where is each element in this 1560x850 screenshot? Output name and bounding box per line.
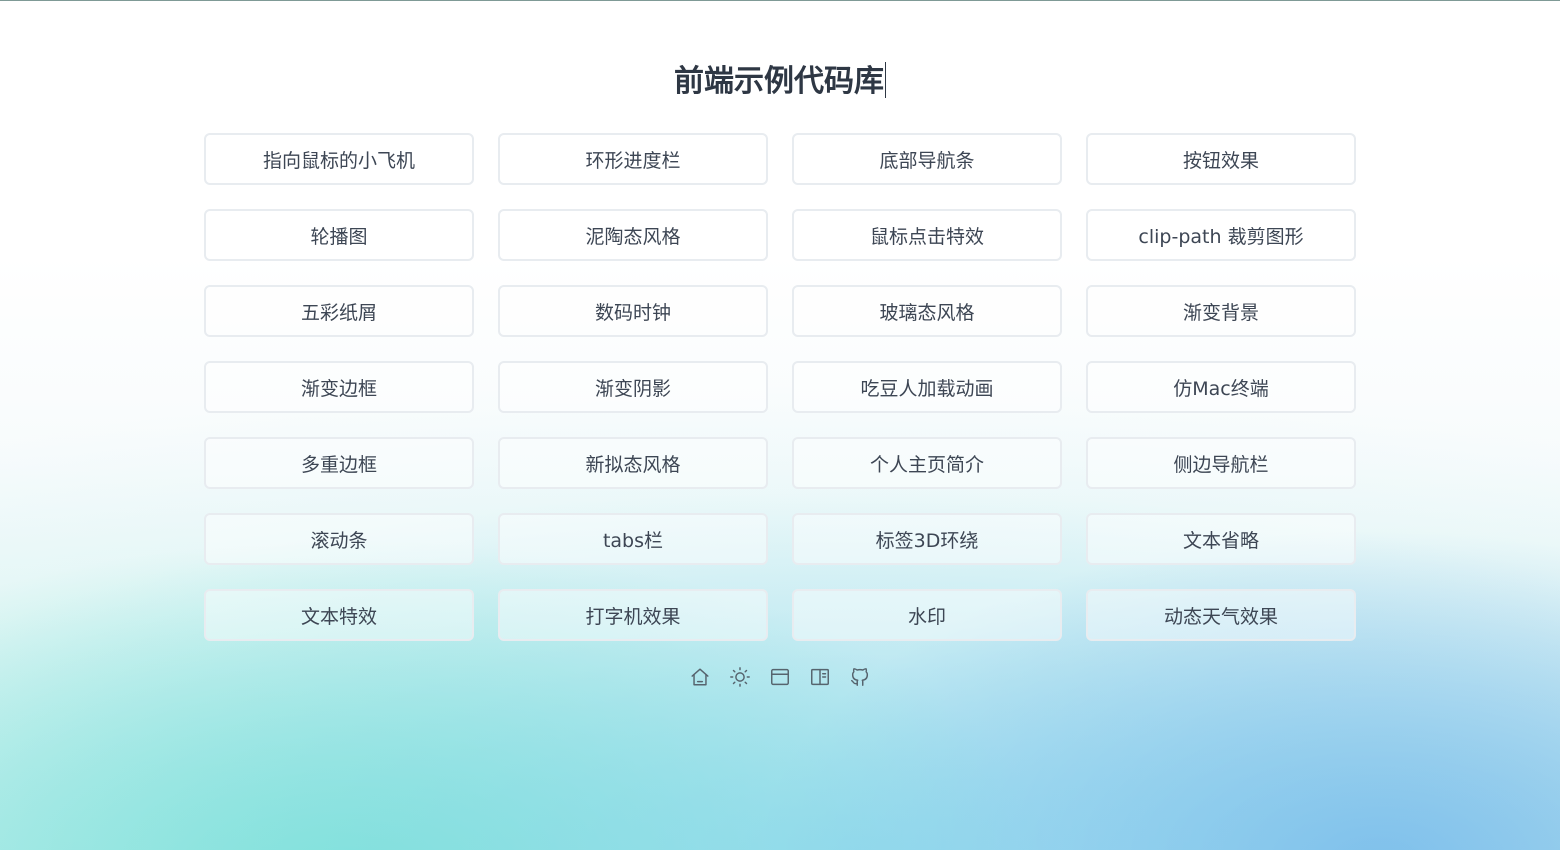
github-button[interactable] xyxy=(849,664,871,690)
theme-toggle-button[interactable] xyxy=(729,664,751,690)
demo-card[interactable]: tabs栏 xyxy=(498,513,768,565)
demo-card[interactable]: 水印 xyxy=(792,589,1062,641)
demo-card[interactable]: 动态天气效果 xyxy=(1086,589,1356,641)
sun-icon xyxy=(730,667,750,687)
top-border xyxy=(0,0,1560,1)
demo-card[interactable]: 仿Mac终端 xyxy=(1086,361,1356,413)
demo-card[interactable]: 文本特效 xyxy=(204,589,474,641)
demo-card[interactable]: 环形进度栏 xyxy=(498,133,768,185)
home-icon xyxy=(691,668,709,686)
docs-button[interactable] xyxy=(809,664,831,690)
demo-card[interactable]: 新拟态风格 xyxy=(498,437,768,489)
demo-card[interactable]: 数码时钟 xyxy=(498,285,768,337)
demo-card[interactable]: 打字机效果 xyxy=(498,589,768,641)
page-title-text: 前端示例代码库 xyxy=(674,64,884,99)
text-caret xyxy=(885,62,886,98)
demo-card[interactable]: 标签3D环绕 xyxy=(792,513,1062,565)
demo-card[interactable]: 玻璃态风格 xyxy=(792,285,1062,337)
demo-card[interactable]: 文本省略 xyxy=(1086,513,1356,565)
demo-card[interactable]: 多重边框 xyxy=(204,437,474,489)
home-button[interactable] xyxy=(689,664,711,690)
layout-button[interactable] xyxy=(769,664,791,690)
demo-card[interactable]: 个人主页简介 xyxy=(792,437,1062,489)
demo-card[interactable]: 指向鼠标的小飞机 xyxy=(204,133,474,185)
demo-card[interactable]: 侧边导航栏 xyxy=(1086,437,1356,489)
demo-card[interactable]: 底部导航条 xyxy=(792,133,1062,185)
demo-card[interactable]: clip-path 裁剪图形 xyxy=(1086,209,1356,261)
demo-card[interactable]: 渐变阴影 xyxy=(498,361,768,413)
demo-card[interactable]: 吃豆人加载动画 xyxy=(792,361,1062,413)
github-icon xyxy=(851,668,869,686)
demo-card[interactable]: 泥陶态风格 xyxy=(498,209,768,261)
demo-grid: 指向鼠标的小飞机 环形进度栏 底部导航条 按钮效果 轮播图 泥陶态风格 鼠标点击… xyxy=(204,133,1356,641)
demo-card[interactable]: 渐变边框 xyxy=(204,361,474,413)
demo-card[interactable]: 鼠标点击特效 xyxy=(792,209,1062,261)
book-icon xyxy=(811,668,829,686)
demo-card[interactable]: 渐变背景 xyxy=(1086,285,1356,337)
page-title: 前端示例代码库 xyxy=(0,60,1560,104)
demo-card[interactable]: 五彩纸屑 xyxy=(204,285,474,337)
demo-card[interactable]: 按钮效果 xyxy=(1086,133,1356,185)
window-icon xyxy=(771,668,789,686)
demo-card[interactable]: 轮播图 xyxy=(204,209,474,261)
demo-card[interactable]: 滚动条 xyxy=(204,513,474,565)
footer-toolbar xyxy=(0,664,1560,690)
